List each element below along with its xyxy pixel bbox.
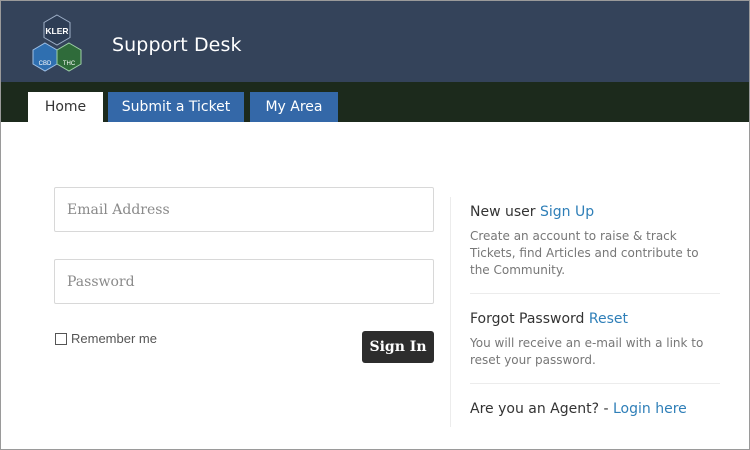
- agent-prefix: Are you an Agent? -: [470, 401, 613, 417]
- logo-thc-text: THC: [63, 61, 76, 67]
- site-header: KLER CBD THC Support Desk: [1, 1, 749, 82]
- forgot-password-description: You will receive an e-mail with a link t…: [470, 336, 704, 367]
- logo-kler-text: KLER: [45, 26, 68, 36]
- agent-login-link[interactable]: Login here: [613, 401, 687, 417]
- remember-me[interactable]: Remember me: [55, 331, 157, 346]
- new-user-heading: New user Sign Up: [470, 202, 720, 222]
- site-title: Support Desk: [112, 34, 242, 56]
- agent-heading: Are you an Agent? - Login here: [470, 399, 720, 419]
- forgot-password-heading: Forgot Password Reset: [470, 309, 720, 329]
- page-frame: KLER CBD THC Support Desk Home Submit a …: [0, 0, 750, 450]
- remember-me-label: Remember me: [71, 331, 157, 346]
- sign-in-button[interactable]: Sign In: [362, 331, 434, 363]
- password-field[interactable]: [54, 259, 434, 304]
- logo-cbd-text: CBD: [39, 61, 52, 67]
- email-field[interactable]: [54, 187, 434, 232]
- sign-up-link[interactable]: Sign Up: [540, 204, 594, 220]
- section-divider: [470, 293, 720, 294]
- new-user-prefix: New user: [470, 204, 540, 220]
- agent-section: Are you an Agent? - Login here: [470, 399, 720, 419]
- tab-home[interactable]: Home: [28, 92, 103, 122]
- forgot-password-section: Forgot Password Reset You will receive a…: [470, 309, 720, 369]
- column-divider: [450, 197, 451, 427]
- reset-link[interactable]: Reset: [589, 311, 628, 327]
- kler-logo[interactable]: KLER CBD THC: [29, 14, 85, 74]
- tab-submit-ticket[interactable]: Submit a Ticket: [108, 92, 244, 122]
- new-user-description: Create an account to raise & track Ticke…: [470, 229, 699, 277]
- new-user-section: New user Sign Up Create an account to ra…: [470, 202, 720, 279]
- main-nav: Home Submit a Ticket My Area: [1, 82, 749, 122]
- remember-me-checkbox[interactable]: [55, 332, 67, 345]
- section-divider: [470, 383, 720, 384]
- forgot-password-prefix: Forgot Password: [470, 311, 589, 327]
- tab-my-area[interactable]: My Area: [250, 92, 338, 122]
